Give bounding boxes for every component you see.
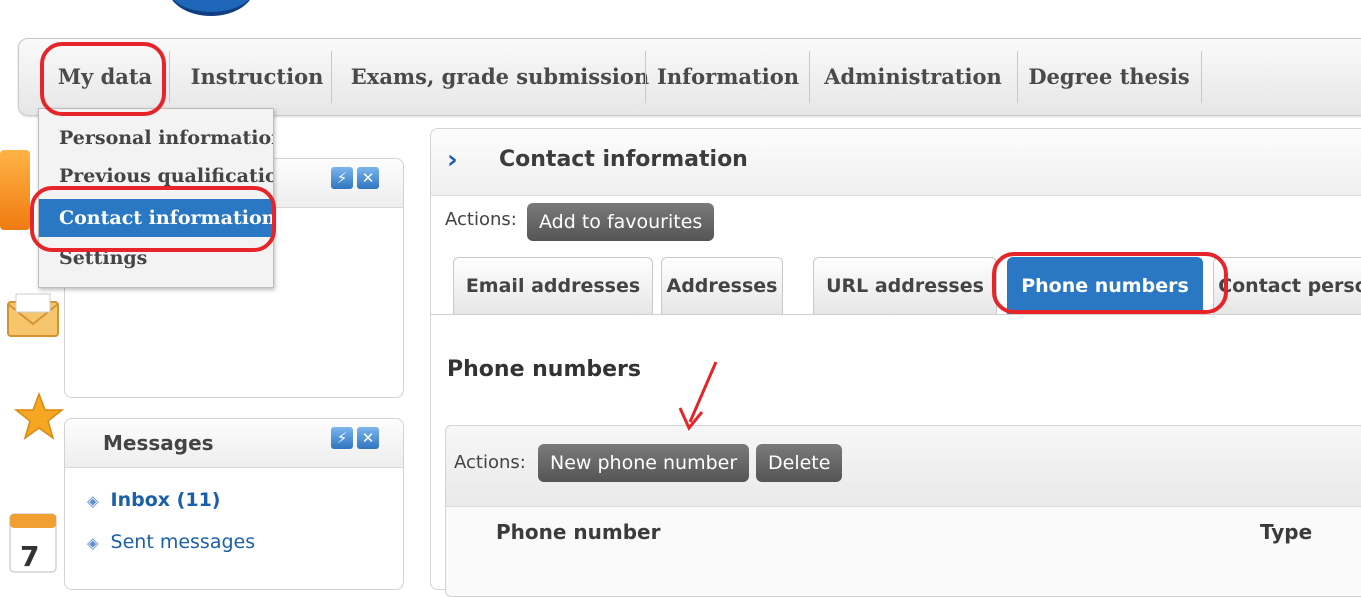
nav-instruction[interactable]: Instruction (179, 39, 335, 115)
nav-administration[interactable]: Administration (811, 39, 1015, 115)
nav-separator (1017, 51, 1018, 103)
nav-my-data[interactable]: My data (43, 39, 167, 115)
new-phone-number-button[interactable]: New phone number (538, 444, 750, 482)
close-icon[interactable]: ✕ (357, 167, 379, 189)
nav-separator (169, 51, 170, 103)
tabs-divider (431, 314, 1361, 315)
column-phone-number[interactable]: Phone number (496, 520, 660, 544)
content-panel: › Contact information Actions: Add to fa… (430, 128, 1361, 597)
tab-phone-numbers[interactable]: Phone numbers (1007, 257, 1203, 314)
close-icon[interactable]: ✕ (357, 427, 379, 449)
messages-panel: Messages ⚡ ✕ ◈ Inbox (11) ◈ Sent messages (64, 418, 404, 590)
chevron-right-icon: › (447, 145, 458, 175)
add-to-favourites-button[interactable]: Add to favourites (527, 203, 715, 241)
nav-separator (1201, 51, 1202, 103)
column-type[interactable]: Type (1260, 520, 1312, 544)
nav-separator (645, 51, 646, 103)
inbox-link[interactable]: ◈ Inbox (11) (87, 489, 220, 511)
tab-contact-persons[interactable]: Contact perso (1213, 257, 1361, 314)
phone-numbers-grid: Actions: New phone number Delete Phone n… (445, 425, 1361, 597)
menu-item-previous-qualifications[interactable]: Previous qualifications (39, 157, 273, 195)
menu-item-personal-information[interactable]: Personal information (39, 119, 273, 157)
star-icon (13, 391, 65, 446)
panel-header: Messages ⚡ ✕ (65, 419, 403, 468)
orange-tab-icon (0, 150, 30, 230)
nav-separator (331, 51, 332, 103)
main-nav: My data Instruction Exams, grade submiss… (18, 38, 1361, 116)
content-header: › Contact information (431, 129, 1361, 196)
nav-degree-thesis[interactable]: Degree thesis (1019, 39, 1199, 115)
tab-addresses[interactable]: Addresses (661, 257, 783, 314)
menu-item-contact-information[interactable]: Contact information (39, 199, 273, 237)
nav-separator (809, 51, 810, 103)
menu-item-settings[interactable]: Settings (39, 239, 273, 277)
nav-information[interactable]: Information (647, 39, 809, 115)
section-title: Phone numbers (447, 357, 642, 382)
calendar-icon: 7 (8, 510, 58, 578)
delete-button[interactable]: Delete (756, 444, 843, 482)
grid-actions-label: Actions: (454, 452, 526, 473)
sent-messages-label: Sent messages (110, 531, 256, 553)
refresh-icon[interactable]: ⚡ (331, 167, 353, 189)
diamond-bullet-icon: ◈ (87, 492, 99, 510)
inbox-label: Inbox (11) (110, 489, 221, 511)
refresh-icon[interactable]: ⚡ (331, 427, 353, 449)
messages-title: Messages (103, 431, 214, 455)
page-title: Contact information (499, 147, 748, 172)
my-data-dropdown: Personal information Previous qualificat… (38, 108, 274, 288)
nav-exams[interactable]: Exams, grade submission (335, 39, 665, 115)
grid-toolbar: Actions: New phone number Delete (446, 426, 1361, 507)
sent-messages-link[interactable]: ◈ Sent messages (87, 531, 255, 553)
tab-email-addresses[interactable]: Email addresses (453, 257, 653, 314)
diamond-bullet-icon: ◈ (87, 534, 99, 552)
actions-label: Actions: (445, 209, 517, 230)
logo-fragment (168, 0, 254, 16)
svg-text:7: 7 (20, 540, 39, 573)
arrow-annotation (678, 361, 718, 431)
envelope-icon (6, 292, 60, 344)
tab-url-addresses[interactable]: URL addresses (813, 257, 997, 314)
